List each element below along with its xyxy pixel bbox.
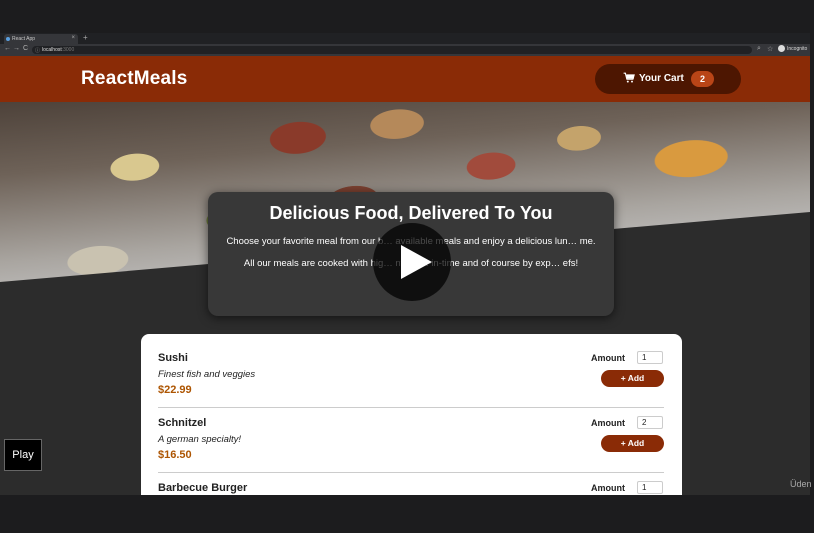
amount-label: Amount [591,483,625,493]
meal-item: Sushi Finest fish and veggies $22.99 Amo… [158,346,664,412]
reload-icon[interactable]: C [23,45,28,52]
add-button[interactable]: + Add [601,370,664,387]
meal-name: Schnitzel [158,417,207,429]
meal-name: Sushi [158,352,188,364]
url-port: :3000 [61,47,75,53]
amount-input[interactable]: 2 [637,416,663,429]
cart-icon [623,72,635,83]
incognito-icon [778,45,785,52]
star-icon[interactable]: ☆ [767,45,773,53]
browser-tab[interactable]: React App × [4,34,78,44]
big-play-button[interactable] [373,223,451,301]
divider [158,472,664,473]
brand-logo: ReactMeals [81,68,188,89]
app-header: ReactMeals Your Cart 2 [0,56,810,102]
url-host: localhost [42,47,62,53]
amount-input[interactable]: 1 [637,481,663,494]
url-field[interactable]: ⓘ localhost:3000 [32,46,752,54]
incognito-label: Incognito [787,45,808,52]
cart-button[interactable]: Your Cart 2 [595,64,741,94]
forward-icon[interactable]: → [13,45,20,52]
tab-title: React App [12,36,36,42]
amount-input[interactable]: 1 [637,351,663,364]
address-bar-row: ← → C ⓘ localhost:3000 ⌕ ☆ Incognito [0,44,810,56]
meal-price: $16.50 [158,449,192,461]
amount-label: Amount [591,353,625,363]
summary-title: Delicious Food, Delivered To You [269,203,553,223]
cart-count-badge: 2 [691,71,714,87]
browser-tab-bar: React App × + [0,33,810,44]
play-icon [401,245,432,279]
video-player: React App × + ← → C ⓘ localhost:3000 ⌕ ☆… [0,0,814,533]
meal-description: A german specialty! [158,434,242,445]
udemy-watermark: Üden [790,479,812,489]
meal-item: Barbecue Burger Amount 1 [158,476,664,495]
meal-description: Finest fish and veggies [158,369,256,380]
meal-name: Barbecue Burger [158,482,248,494]
add-button[interactable]: + Add [601,435,664,452]
cart-label: Your Cart [639,73,684,84]
divider [158,407,664,408]
favicon-icon [6,37,10,41]
available-meals-card: Sushi Finest fish and veggies $22.99 Amo… [141,334,682,495]
player-bottom-bar [0,495,810,533]
close-icon[interactable]: × [71,35,75,41]
play-button[interactable]: Play [4,439,42,471]
amount-label: Amount [591,418,625,428]
back-icon[interactable]: ← [4,45,11,52]
incognito-indicator[interactable]: Incognito [778,45,807,52]
meal-item: Schnitzel A german specialty! $16.50 Amo… [158,411,664,477]
new-tab-button[interactable]: + [83,33,88,42]
lock-icon: ⓘ [35,48,41,54]
search-icon[interactable]: ⌕ [757,45,761,53]
meal-price: $22.99 [158,384,192,396]
